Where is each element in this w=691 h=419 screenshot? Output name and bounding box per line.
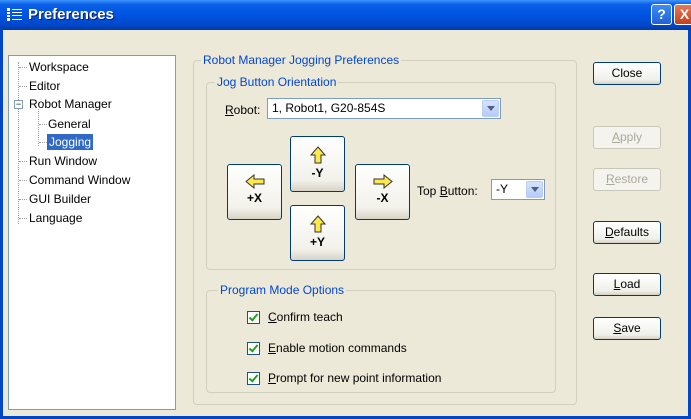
arrow-up-icon [309,215,326,233]
defaults-button[interactable]: Defaults [593,221,661,244]
jog-up-label: -Y [311,166,324,180]
arrow-left-icon [244,174,264,189]
arrow-right-icon [373,174,393,189]
program-mode-title: Program Mode Options [218,283,347,297]
tree-item-editor[interactable]: Editor [29,78,60,94]
top-button-select-value: -Y [496,182,508,196]
collapse-icon[interactable]: − [14,100,23,109]
save-button[interactable]: Save [593,317,661,340]
preferences-tree[interactable]: Workspace Editor − Robot Manager General… [8,55,176,410]
robot-select-value: 1, Robot1, G20-854S [272,101,386,115]
chevron-down-icon[interactable] [526,181,543,198]
tree-item-workspace[interactable]: Workspace [29,59,89,75]
robot-select[interactable]: 1, Robot1, G20-854S [267,98,501,119]
restore-button[interactable]: Restore [593,168,661,191]
tree-connector [19,161,27,162]
checkbox-checked-icon[interactable] [247,311,260,325]
tree-connector [19,86,27,87]
window-title: Preferences [28,6,114,23]
checkbox-checked-icon[interactable] [247,342,260,356]
close-button[interactable]: Close [593,62,661,85]
checkbox-checked-icon[interactable] [247,372,260,386]
chevron-down-icon[interactable] [482,100,499,117]
top-button-select[interactable]: -Y [491,179,545,200]
load-button[interactable]: Load [593,273,661,296]
jog-up-button[interactable]: -Y [290,136,345,192]
jog-right-label: -X [376,191,389,205]
confirm-teach-checkbox[interactable]: Confirm teach [247,310,343,326]
preferences-icon [7,8,22,21]
title-bar[interactable]: Preferences ? X [0,0,691,30]
prompt-new-point-checkbox[interactable]: Prompt for new point information [247,371,441,387]
tree-item-gui-builder[interactable]: GUI Builder [29,191,91,207]
tree-item-command-window[interactable]: Command Window [29,172,130,188]
tree-connector [39,142,47,143]
jog-right-button[interactable]: -X [355,164,410,220]
tree-item-language[interactable]: Language [29,210,82,226]
tree-item-jogging[interactable]: Jogging [47,134,94,150]
tree-item-run-window[interactable]: Run Window [29,153,97,169]
tree-connector [19,199,27,200]
tree-connector [19,67,27,68]
jog-orientation-title: Jog Button Orientation [215,75,339,89]
jog-left-button[interactable]: +X [227,164,282,220]
jog-left-label: +X [246,191,262,205]
jog-down-label: +Y [309,235,325,249]
tree-item-robot-manager[interactable]: Robot Manager [29,96,112,112]
tree-line [38,109,39,146]
window-close-button[interactable]: X [674,4,691,25]
robot-label: Robot: [225,103,261,117]
jogging-preferences-title: Robot Manager Jogging Preferences [201,53,402,67]
tree-connector [39,124,47,125]
tree-item-general[interactable]: General [48,116,91,132]
tree-connector [19,180,27,181]
arrow-up-icon [309,146,326,164]
top-button-label: Top Button: [417,184,478,198]
help-button[interactable]: ? [651,4,672,25]
jog-down-button[interactable]: +Y [290,205,345,261]
enable-motion-commands-checkbox[interactable]: Enable motion commands [247,341,407,357]
apply-button[interactable]: Apply [593,126,661,149]
tree-connector [19,218,27,219]
